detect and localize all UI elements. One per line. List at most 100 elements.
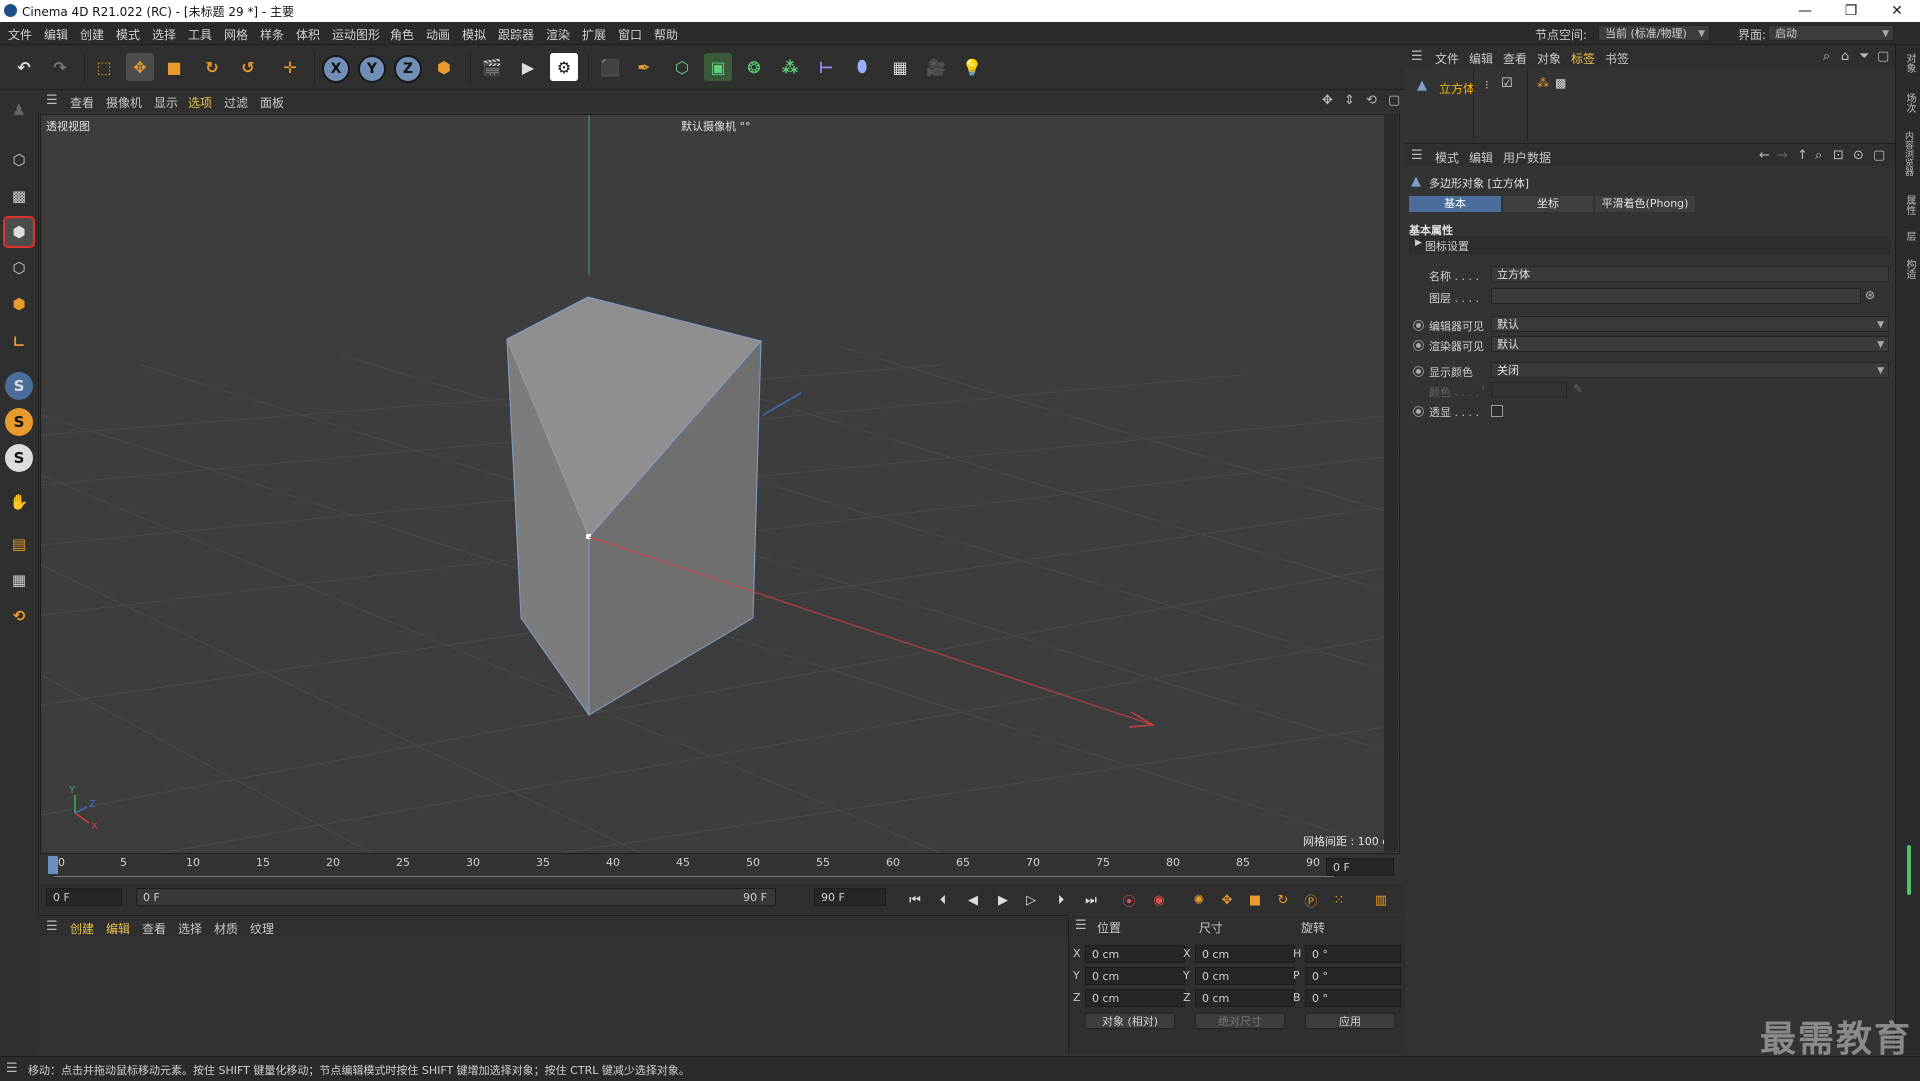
home-icon[interactable]: ⌂ [1841,49,1849,64]
viewport-menu-display[interactable]: 显示 [154,94,178,111]
restore-button[interactable]: ❐ [1828,0,1874,22]
animate-radio-icon[interactable] [1413,340,1424,351]
menu-animate[interactable]: 动画 [426,26,450,43]
size-y-field[interactable]: 0 cm [1195,967,1295,985]
menu-extensions[interactable]: 扩展 [582,26,606,43]
go-to-start-icon[interactable]: ⏮ [904,889,926,911]
menu-spline[interactable]: 样条 [260,26,284,43]
size-x-field[interactable]: 0 cm [1195,945,1295,963]
om-menu-view[interactable]: 查看 [1503,50,1527,67]
viewport-scrollbar[interactable] [1384,114,1398,852]
animate-radio-icon[interactable] [1413,366,1424,377]
rotate-view-icon[interactable]: ⟲ [1366,93,1377,108]
axis-mode-icon[interactable]: ∟ [5,328,33,356]
material-menu-create[interactable]: 创建 [70,920,94,937]
material-menu-view[interactable]: 查看 [142,920,166,937]
auto-keying-icon[interactable]: ◉ [1148,889,1170,911]
timeline-playhead[interactable] [48,856,58,874]
move-tool-icon[interactable]: ✥ [126,53,154,81]
transform-icon[interactable]: ✛ [276,53,304,81]
cloner-icon[interactable]: ❂ [740,53,768,81]
planar-workplane-icon[interactable]: ⟲ [5,602,33,630]
tab-basic[interactable]: 基本 [1409,196,1501,212]
render-visible-dropdown[interactable]: 默认 ▼ [1491,336,1889,352]
menu-mesh[interactable]: 网格 [224,26,248,43]
vtab-attributes[interactable]: 属性 [1902,195,1917,215]
menu-mode[interactable]: 模式 [116,26,140,43]
edges-mode-icon[interactable]: ⬡ [5,254,33,282]
polygons-mode-icon[interactable]: ⬢ [5,290,33,318]
layer-picker-icon[interactable]: ⊛ [1865,288,1875,302]
material-menu-select[interactable]: 选择 [178,920,202,937]
position-x-field[interactable]: 0 cm [1085,945,1185,963]
editor-visible-dropdown[interactable]: 默认 ▼ [1491,316,1889,332]
object-item-cube[interactable]: 立方体 [1439,80,1475,97]
pen-spline-icon[interactable]: ✒ [630,53,658,81]
end-frame-field[interactable]: 90 F [814,888,886,906]
field-icon[interactable]: ⬮ [848,53,876,81]
hamburger-menu-icon[interactable]: ☰ [6,1061,18,1076]
z-axis-lock-icon[interactable]: Z [394,55,422,83]
go-to-end-icon[interactable]: ⏭ [1080,889,1102,911]
floor-icon[interactable]: ▦ [886,53,914,81]
timeline-ruler[interactable]: 0 5 10 15 20 25 30 35 40 45 50 55 60 65 … [40,854,1398,882]
om-menu-bookmarks[interactable]: 书签 [1605,50,1629,67]
vtab-structure[interactable]: 构造 [1902,259,1917,279]
viewport-menu-view[interactable]: 查看 [70,94,94,111]
search-icon[interactable]: ⌕ [1815,148,1822,163]
visibility-toggle-icon[interactable]: ⁝ [1485,78,1489,92]
rotation-b-field[interactable]: 0 ° [1305,989,1401,1007]
keyframe-selection-icon[interactable]: ✺ [1188,889,1210,911]
mograph-icon[interactable]: ⁂ [776,53,804,81]
eyedropper-icon[interactable]: ✎ [1573,382,1583,396]
color-swatch[interactable] [1491,382,1567,398]
key-position-icon[interactable]: ✥ [1216,889,1238,911]
texture-mode-icon[interactable]: ▩ [5,182,33,210]
live-selection-icon[interactable]: ⬚ [90,53,118,81]
menu-mograph[interactable]: 运动图形 [332,26,380,43]
vtab-layers[interactable]: 层 [1902,231,1917,241]
coordinate-system-icon[interactable]: ⬢ [430,53,458,81]
points-mode-icon[interactable]: ⬢ [3,216,35,248]
menu-edit[interactable]: 编辑 [44,26,68,43]
name-field[interactable]: 立方体 [1491,266,1889,282]
material-menu-material[interactable]: 材质 [214,920,238,937]
filter-icon[interactable]: ⏷ [1859,49,1869,64]
camera-label[interactable]: 默认摄像机 °° [681,118,751,134]
tab-coordinates[interactable]: 坐标 [1503,196,1593,212]
xray-checkbox[interactable] [1491,405,1503,417]
snapping-icon[interactable]: S [5,372,33,400]
snap-settings-icon[interactable]: S [5,408,33,436]
step-forward-icon[interactable]: ▷ [1020,889,1042,911]
play-icon[interactable]: ▶ [992,889,1014,911]
material-menu-texture[interactable]: 纹理 [250,920,274,937]
search-icon[interactable]: ⌕ [1823,49,1830,64]
hamburger-menu-icon[interactable]: ☰ [46,919,58,934]
tab-phong[interactable]: 平滑着色(Phong) [1595,196,1695,212]
scale-tool-icon[interactable]: ■ [160,53,188,81]
menu-select[interactable]: 选择 [152,26,176,43]
viewport-menu-panel[interactable]: 面板 [260,94,284,111]
workplane-icon[interactable]: ▤ [5,530,33,558]
current-frame-field[interactable]: 0 F [1326,858,1394,876]
render-view-icon[interactable]: 🎬 [478,53,506,81]
icon-settings-group[interactable]: ▶ 图标设置 [1409,236,1891,254]
menu-window[interactable]: 窗口 [618,26,642,43]
subdivision-surface-icon[interactable]: ⬡ [668,53,696,81]
pan-view-icon[interactable]: ✥ [1322,93,1333,108]
om-menu-file[interactable]: 文件 [1435,50,1459,67]
om-menu-tags[interactable]: 标签 [1571,50,1595,67]
render-picture-viewer-icon[interactable]: ▶ [514,53,542,81]
viewport-menu-filter[interactable]: 过滤 [224,94,248,111]
am-menu-mode[interactable]: 模式 [1435,149,1459,166]
om-menu-objects[interactable]: 对象 [1537,50,1561,67]
node-space-dropdown[interactable]: 当前 (标准/物理) ▼ [1598,25,1710,41]
timeline-window-icon[interactable]: ▥ [1370,889,1392,911]
vtab-takes[interactable]: 场次 [1902,93,1917,113]
minimize-button[interactable]: — [1782,0,1828,22]
hamburger-menu-icon[interactable]: ☰ [46,93,58,108]
key-parameter-icon[interactable]: Ⓟ [1300,889,1322,911]
size-mode-dropdown[interactable]: 绝对尺寸 [1195,1013,1285,1029]
x-axis-lock-icon[interactable]: X [322,55,350,83]
model-mode-icon[interactable]: ⬡ [5,146,33,174]
